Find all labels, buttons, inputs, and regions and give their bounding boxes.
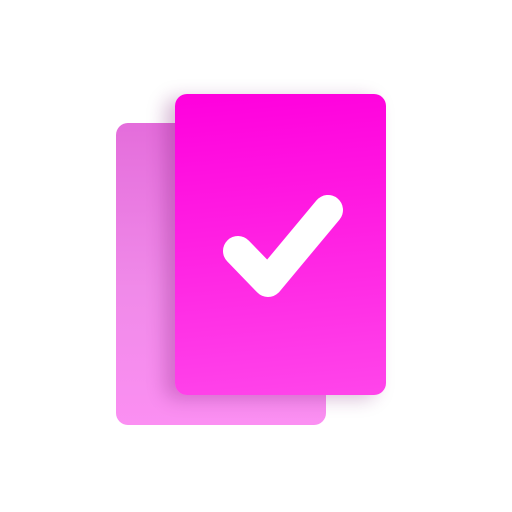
front-card (175, 94, 386, 395)
app-icon (0, 0, 512, 512)
